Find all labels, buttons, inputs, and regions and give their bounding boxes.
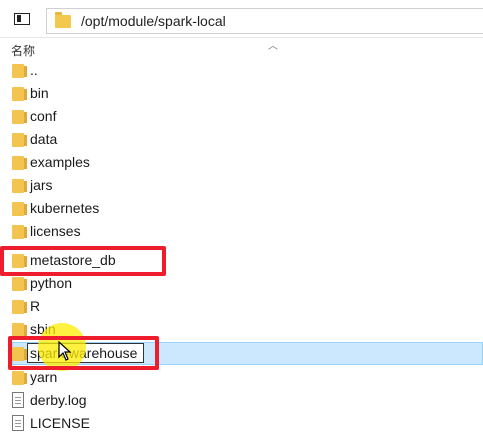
file-icon	[12, 392, 24, 408]
folder-icon	[12, 156, 27, 170]
highlight-box-metastore	[0, 246, 166, 276]
folder-icon	[12, 300, 27, 314]
folder-icon	[12, 64, 27, 78]
path-text: /opt/module/spark-local	[81, 13, 226, 29]
item-label: R	[30, 298, 41, 314]
list-item[interactable]: R	[0, 295, 483, 318]
chevron-up-icon: ︿	[268, 41, 278, 52]
column-name-label[interactable]: 名称	[11, 42, 35, 59]
folder-icon	[12, 323, 27, 337]
folder-icon	[55, 12, 71, 28]
item-label: conf	[30, 108, 57, 124]
folder-icon	[12, 110, 27, 124]
list-item[interactable]: conf	[0, 105, 483, 128]
list-item[interactable]: data	[0, 128, 483, 151]
item-label: yarn	[30, 369, 58, 385]
list-item[interactable]: LICENSE	[0, 412, 483, 435]
item-label: data	[30, 131, 58, 147]
panel-toggle-icon[interactable]	[14, 13, 30, 25]
folder-icon	[12, 133, 27, 147]
item-label: LICENSE	[30, 415, 90, 431]
list-item[interactable]: bin	[0, 82, 483, 105]
folder-icon	[12, 87, 27, 101]
path-bar: /opt/module/spark-local	[0, 0, 483, 38]
folder-icon	[12, 277, 27, 291]
column-header[interactable]: 名称 ︿	[0, 37, 483, 59]
file-icon	[12, 415, 24, 431]
folder-icon	[12, 371, 27, 385]
item-label: bin	[30, 85, 49, 101]
item-label: examples	[30, 154, 90, 170]
folder-icon	[12, 225, 27, 239]
item-label: python	[30, 275, 73, 291]
list-item[interactable]: licenses	[0, 220, 483, 243]
list-item[interactable]: derby.log	[0, 389, 483, 412]
item-label: kubernetes	[30, 200, 100, 216]
item-label: derby.log	[30, 392, 87, 408]
list-item[interactable]: examples	[0, 151, 483, 174]
list-item[interactable]: kubernetes	[0, 197, 483, 220]
path-input[interactable]: /opt/module/spark-local	[46, 8, 483, 34]
item-label: licenses	[30, 223, 81, 239]
item-label: ..	[30, 62, 38, 78]
list-item[interactable]: jars	[0, 174, 483, 197]
folder-icon	[12, 202, 27, 216]
folder-icon	[12, 179, 27, 193]
highlight-box-spark-warehouse	[8, 336, 159, 370]
list-item[interactable]: ..	[0, 59, 483, 82]
item-label: jars	[30, 177, 53, 193]
